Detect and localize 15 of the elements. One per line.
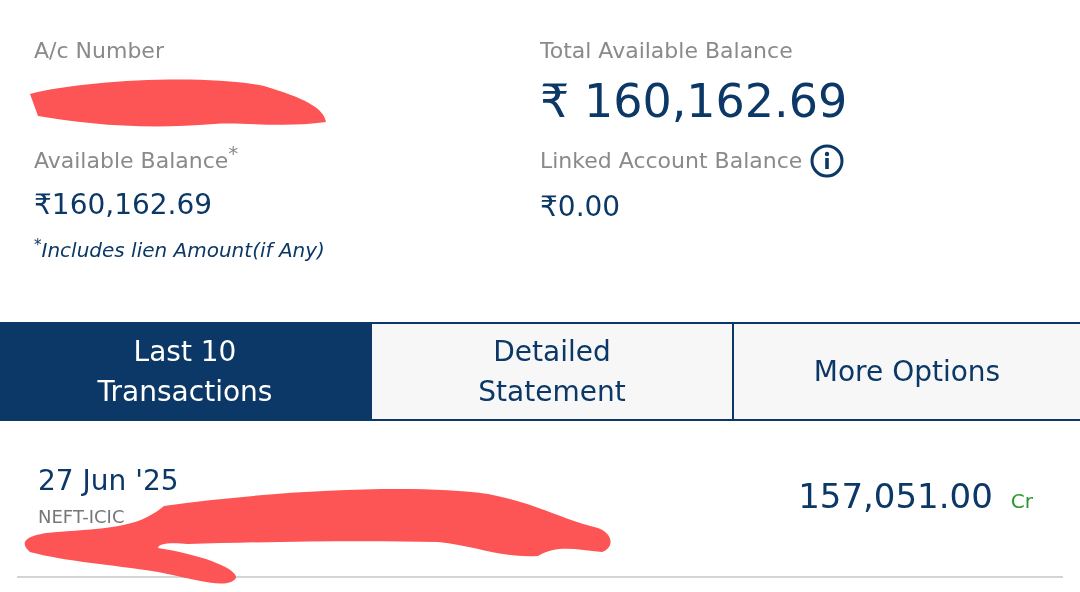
tab[interactable]: More Options [732,324,1080,419]
account-number-label: A/c Number [34,37,165,65]
info-icon[interactable] [810,144,845,178]
transaction-description: NEFT-ICIC [38,504,126,529]
linked-balance-value: ₹0.00 [540,190,622,224]
tab[interactable]: Detailed Statement [370,324,732,419]
credit-tag: Cr [1010,486,1033,516]
tab[interactable]: Last 10 Transactions [0,324,370,419]
total-balance-value: ₹ 160,162.69 [540,73,849,130]
transaction-amount: 157,051.00 [798,475,993,518]
transaction-date: 27 Jun '25 [38,462,179,499]
linked-balance-label: Linked Account Balance [540,147,803,175]
available-balance-value: ₹160,162.69 [34,188,214,223]
total-balance-label: Total Available Balance [540,37,794,65]
lien-note: $^{*}$Includes lien Amount(if Any) [34,236,326,265]
